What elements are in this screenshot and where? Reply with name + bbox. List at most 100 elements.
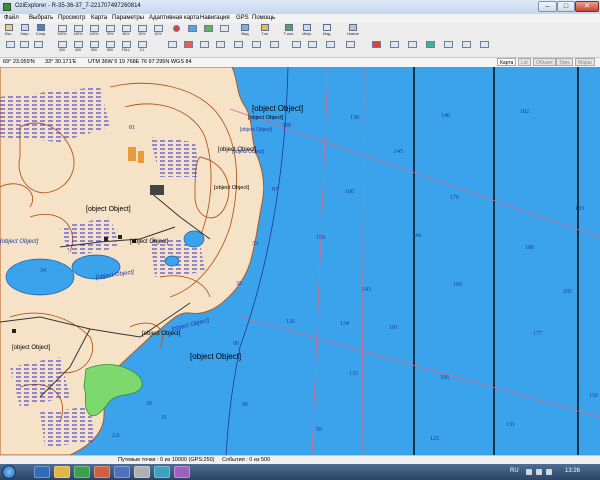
info-button[interactable]: Инф. bbox=[300, 24, 314, 36]
tool-o-button[interactable] bbox=[370, 41, 382, 53]
tool-d-button[interactable] bbox=[166, 41, 178, 53]
cross-icon bbox=[371, 41, 381, 48]
waypoint-tool-button[interactable] bbox=[170, 25, 182, 37]
tray-icon[interactable] bbox=[526, 469, 532, 475]
tab-track[interactable]: Трек bbox=[556, 58, 573, 66]
tool-icon bbox=[389, 41, 399, 48]
explorer-icon[interactable] bbox=[54, 466, 70, 478]
place-label: [object Object] bbox=[252, 104, 303, 113]
media-icon[interactable] bbox=[94, 466, 110, 478]
place-label: [object Object] bbox=[86, 206, 131, 213]
load-button[interactable]: Загр. bbox=[18, 24, 32, 36]
tool-l-button[interactable] bbox=[306, 41, 318, 53]
tool-m-button[interactable] bbox=[324, 41, 336, 53]
tool-icon bbox=[199, 41, 209, 48]
zoom-icon bbox=[57, 25, 67, 32]
tool-e-button[interactable] bbox=[182, 41, 194, 53]
menu-help[interactable]: Помощь bbox=[252, 15, 275, 21]
minimize-button[interactable]: – bbox=[538, 1, 557, 12]
app-icon[interactable] bbox=[134, 466, 150, 478]
tool-i-button[interactable] bbox=[250, 41, 262, 53]
tab-list[interactable]: Lst bbox=[518, 58, 531, 66]
language-indicator[interactable]: RU bbox=[510, 468, 519, 474]
app-icon[interactable] bbox=[114, 466, 130, 478]
zoom-500-button[interactable]: 500 bbox=[88, 41, 100, 53]
tool-a-button[interactable] bbox=[4, 41, 16, 53]
ie-icon[interactable] bbox=[34, 466, 50, 478]
zoom-full-button[interactable]: FULL bbox=[120, 41, 132, 53]
tab-map[interactable]: Карта bbox=[497, 58, 517, 66]
tool-r-button[interactable] bbox=[424, 41, 436, 53]
index-button[interactable]: Инд. bbox=[320, 24, 334, 36]
menu-file[interactable]: Файл bbox=[4, 15, 19, 21]
zoom-400-button[interactable]: 400 bbox=[72, 41, 84, 53]
zoom-150-button[interactable]: 150% bbox=[72, 25, 84, 37]
menu-select[interactable]: Выбрать bbox=[29, 15, 53, 21]
zoom-50-button[interactable]: 50% bbox=[120, 25, 132, 37]
ozi-explorer-icon[interactable] bbox=[74, 466, 90, 478]
clock[interactable]: 13:26 bbox=[565, 468, 580, 474]
view-button[interactable]: Вид bbox=[238, 24, 252, 36]
tool-q-button[interactable] bbox=[406, 41, 418, 53]
tool-f-button[interactable] bbox=[198, 41, 210, 53]
zoom-icon bbox=[73, 41, 83, 48]
app-icon[interactable] bbox=[174, 466, 190, 478]
tab-object[interactable]: Объект bbox=[533, 58, 557, 66]
zoom-75-button[interactable]: 75% bbox=[104, 25, 116, 37]
tool-h-button[interactable] bbox=[232, 41, 244, 53]
load-icon bbox=[21, 24, 29, 31]
tool-icon bbox=[443, 41, 453, 48]
track-icon bbox=[285, 24, 293, 31]
tool-g-button[interactable] bbox=[214, 41, 226, 53]
menu-navigation[interactable]: Навигация bbox=[200, 15, 230, 21]
menu-view[interactable]: Просмотр bbox=[58, 15, 85, 21]
maximize-button[interactable]: □ bbox=[557, 1, 575, 12]
tool-icon bbox=[461, 41, 471, 48]
track-button[interactable]: Т.осл. bbox=[282, 24, 296, 36]
open-button[interactable]: Вы.. bbox=[2, 24, 16, 36]
tool-n-button[interactable] bbox=[344, 41, 356, 53]
menu-gps[interactable]: GPS bbox=[236, 15, 249, 21]
depth-label: 35 bbox=[236, 281, 242, 287]
track-tool-button[interactable] bbox=[186, 25, 198, 37]
tool-j-button[interactable] bbox=[268, 41, 280, 53]
zoom-300-button[interactable]: 300 bbox=[56, 41, 68, 53]
depth-label: 191 bbox=[389, 325, 398, 331]
tool-b-button[interactable] bbox=[18, 41, 30, 53]
tool-p-button[interactable] bbox=[388, 41, 400, 53]
screen-icon bbox=[261, 24, 269, 31]
close-button[interactable]: ✕ bbox=[575, 1, 599, 12]
zoom-10-button[interactable]: 10% bbox=[152, 25, 164, 37]
network-icon[interactable] bbox=[536, 469, 542, 475]
longitude-readout: 33° 30.171'E bbox=[45, 59, 77, 65]
depth-label: 81 bbox=[129, 125, 135, 131]
zoom-200-button[interactable]: 200% bbox=[56, 25, 68, 37]
start-button[interactable] bbox=[2, 465, 16, 479]
new-button[interactable]: Новое bbox=[346, 24, 360, 36]
app-icon[interactable] bbox=[154, 466, 170, 478]
tool-c-button[interactable] bbox=[32, 41, 44, 53]
menu-settings[interactable]: Параметры bbox=[112, 15, 144, 21]
tool-t-button[interactable] bbox=[460, 41, 472, 53]
place-label: [object Object] bbox=[130, 239, 169, 245]
map-view[interactable]: 138 146 182 308 145 87 160 170 183 159 1… bbox=[0, 67, 600, 455]
zoom-100-button[interactable]: 100% bbox=[88, 25, 100, 37]
tab-route[interactable]: Марш bbox=[575, 58, 595, 66]
menu-map[interactable]: Карта bbox=[91, 15, 107, 21]
depth-label: 138 bbox=[350, 115, 359, 121]
depth-label: 160 bbox=[345, 189, 354, 195]
zoom-25-button[interactable]: 25% bbox=[136, 25, 148, 37]
tool-k-button[interactable] bbox=[290, 41, 302, 53]
zoom-icon bbox=[89, 25, 99, 32]
menu-adaptive-map[interactable]: Адаптивная карта bbox=[149, 15, 199, 21]
route-tool-button[interactable] bbox=[202, 25, 214, 37]
zoom-icon bbox=[105, 41, 115, 48]
zoom-800-button[interactable]: 800 bbox=[104, 41, 116, 53]
zoom-2-1-button[interactable]: 2:1 bbox=[136, 41, 148, 53]
volume-icon[interactable] bbox=[546, 469, 552, 475]
save-button[interactable]: Сохр. bbox=[34, 24, 48, 36]
screen-button[interactable]: Т.эк. bbox=[258, 24, 272, 36]
tool-s-button[interactable] bbox=[442, 41, 454, 53]
print-tool-button[interactable] bbox=[218, 25, 230, 37]
tool-u-button[interactable] bbox=[478, 41, 490, 53]
